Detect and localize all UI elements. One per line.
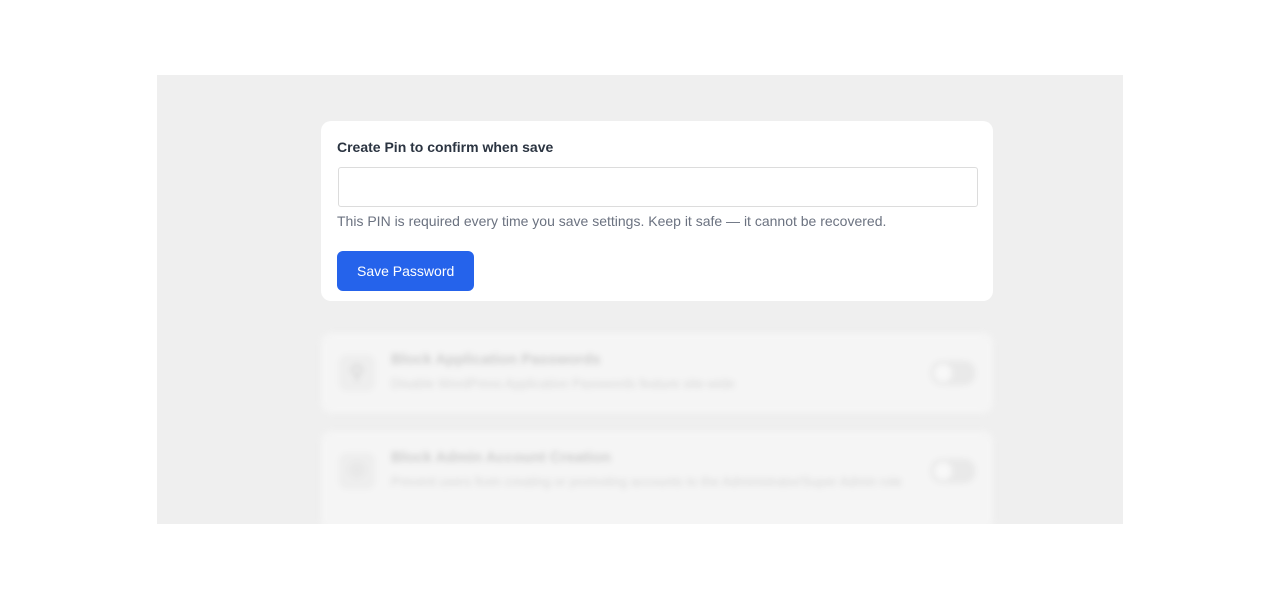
toggle-block-admin-creation[interactable] <box>931 459 975 483</box>
setting-description: Prevent users from creating or promoting… <box>391 474 902 489</box>
setting-title: Block Admin Account Creation <box>391 449 611 466</box>
setting-row-block-app-passwords: ⚲ Block Application Passwords Disable Wo… <box>321 333 993 413</box>
key-icon: ⚲ <box>339 355 375 391</box>
pin-modal: Create Pin to confirm when save This PIN… <box>321 121 993 301</box>
setting-row-block-admin-creation: ☉ Block Admin Account Creation Prevent u… <box>321 431 993 524</box>
settings-list: ⚲ Block Application Passwords Disable Wo… <box>321 333 993 524</box>
shield-icon: ☉ <box>339 453 375 489</box>
toggle-knob <box>934 462 952 480</box>
pin-label: Create Pin to confirm when save <box>337 139 554 155</box>
save-password-button[interactable]: Save Password <box>337 251 475 291</box>
setting-title: Block Application Passwords <box>391 351 601 368</box>
setting-description: Disable WordPress Application Passwords … <box>391 376 735 391</box>
toggle-block-app-passwords[interactable] <box>931 361 975 385</box>
toggle-knob <box>934 364 952 382</box>
pin-input[interactable] <box>338 167 978 207</box>
pin-help-text: This PIN is required every time you save… <box>337 213 887 229</box>
